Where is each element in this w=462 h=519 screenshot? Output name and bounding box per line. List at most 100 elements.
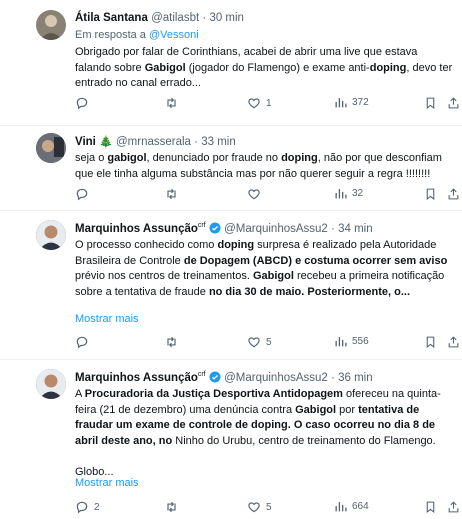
text-segment-bold: doping	[217, 239, 255, 251]
reply-count: 2	[94, 501, 100, 513]
verified-badge-icon	[209, 371, 221, 386]
author-tag: crf	[197, 222, 206, 229]
author-handle[interactable]: @MarquinhosAssu2	[224, 223, 328, 235]
author-handle[interactable]: @MarquinhosAssu2	[224, 372, 328, 384]
text-segment-bold: Gabigol	[144, 61, 186, 74]
avatar[interactable]	[36, 10, 66, 40]
bookmark-icon	[424, 500, 437, 514]
heart-icon	[247, 500, 261, 514]
action-bar: 1 372	[75, 96, 460, 112]
tweet-1[interactable]: Átila Santana @atilasbt · 30 min Em resp…	[0, 0, 462, 126]
avatar[interactable]	[36, 369, 66, 399]
share-button[interactable]	[447, 500, 460, 514]
views-count: 556	[352, 336, 369, 347]
like-button[interactable]	[247, 187, 266, 201]
author-name[interactable]: Vini	[75, 136, 96, 148]
avatar[interactable]	[36, 133, 66, 163]
tweet-3[interactable]: Marquinhos Assunçãocrf @MarquinhosAssu2 …	[0, 211, 462, 360]
bookmark-button[interactable]	[424, 500, 437, 514]
reply-button[interactable]	[75, 187, 94, 201]
reply-icon	[75, 96, 89, 110]
retweet-button[interactable]	[164, 500, 184, 514]
text-segment-bold: de Dopagem (ABCD) e costuma ocorrer sem …	[183, 254, 448, 267]
like-button[interactable]: 5	[247, 500, 272, 514]
tweet-time[interactable]: 30 min	[209, 12, 244, 24]
tweet-time[interactable]: 34 min	[338, 223, 373, 235]
text-segment: A	[75, 388, 85, 400]
heart-icon	[247, 96, 261, 110]
tweet-time[interactable]: 36 min	[338, 372, 373, 384]
views-button[interactable]: 372	[334, 96, 369, 109]
like-count: 5	[266, 336, 272, 348]
like-count: 5	[266, 501, 272, 513]
avatar[interactable]	[36, 220, 66, 250]
share-icon	[447, 187, 460, 201]
bookmark-button[interactable]	[424, 96, 437, 110]
text-segment: , denunciado por fraude no	[146, 152, 282, 164]
retweet-icon	[164, 500, 179, 514]
views-button[interactable]: 32	[334, 187, 363, 200]
text-segment-bold: no dia 30 de maio.	[208, 285, 305, 298]
reply-icon	[75, 335, 89, 349]
like-button[interactable]: 5	[247, 335, 272, 349]
share-icon	[447, 335, 460, 349]
text-segment-bold: doping	[281, 152, 318, 164]
tweet-text: O processo conhecido como doping surpres…	[75, 238, 455, 300]
text-segment-bold: Gabigol	[295, 403, 337, 416]
text-segment: Globo...	[75, 465, 114, 478]
author-name[interactable]: Marquinhos Assunção	[75, 372, 198, 384]
reply-button[interactable]: 2	[75, 500, 100, 514]
tweet-4[interactable]: Marquinhos Assunçãocrf @MarquinhosAssu2 …	[0, 360, 462, 519]
author-handle[interactable]: @atilasbt	[151, 12, 199, 24]
like-button[interactable]: 1	[247, 96, 272, 110]
text-segment: prévio nos centros de treinamentos.	[75, 270, 253, 282]
share-button[interactable]	[447, 96, 460, 110]
reply-context: Em resposta a @Vessoni	[75, 28, 455, 44]
text-segment-bold: doping	[369, 61, 407, 74]
tweet-time[interactable]: 33 min	[201, 136, 236, 148]
tweet-header: Marquinhos Assunçãocrf @MarquinhosAssu2 …	[75, 371, 373, 386]
author-name[interactable]: Átila Santana	[75, 12, 148, 24]
tweet-feed: Átila Santana @atilasbt · 30 min Em resp…	[0, 0, 462, 519]
retweet-button[interactable]	[164, 335, 184, 349]
reply-icon	[75, 500, 89, 514]
share-icon	[447, 500, 460, 514]
tweet-header: Marquinhos Assunçãocrf @MarquinhosAssu2 …	[75, 222, 373, 237]
retweet-button[interactable]	[164, 187, 184, 201]
share-button[interactable]	[447, 187, 460, 201]
separator-dot: ·	[194, 136, 198, 148]
reply-button[interactable]	[75, 96, 94, 110]
share-icon	[447, 96, 460, 110]
reply-to-link[interactable]: @Vessoni	[149, 29, 199, 41]
christmas-tree-icon: 🎄	[99, 136, 113, 148]
text-segment-bold: Procuradoria da Justiça Desportiva Antid…	[84, 388, 343, 400]
tweet-text: A Procuradoria da Justiça Desportiva Ant…	[75, 387, 455, 480]
action-bar: 5 556	[75, 335, 460, 351]
views-button[interactable]: 556	[334, 335, 369, 348]
reply-icon	[75, 187, 89, 201]
reply-button[interactable]	[75, 335, 94, 349]
tweet-2[interactable]: Vini 🎄 @mrnasserala · 33 min seja o gabi…	[0, 126, 462, 211]
share-button[interactable]	[447, 335, 460, 349]
text-segment: O processo conhecido como	[75, 239, 218, 251]
heart-icon	[247, 335, 261, 349]
views-button[interactable]: 664	[334, 500, 369, 513]
action-bar: 32	[75, 187, 460, 203]
author-handle[interactable]: @mrnasserala	[116, 136, 191, 148]
views-count: 372	[352, 97, 369, 108]
bookmark-icon	[424, 187, 437, 201]
bookmark-button[interactable]	[424, 187, 437, 201]
separator-dot: ·	[202, 12, 207, 24]
retweet-icon	[164, 187, 179, 201]
heart-icon	[247, 187, 261, 201]
author-name[interactable]: Marquinhos Assunção	[75, 223, 198, 235]
show-more-link[interactable]: Mostrar mais	[75, 313, 139, 325]
text-segment: seja o	[75, 152, 108, 164]
text-segment-bold: Gabigol	[252, 270, 294, 282]
retweet-button[interactable]	[164, 96, 184, 110]
show-more-link[interactable]: Mostrar mais	[75, 477, 139, 489]
tweet-header: Vini 🎄 @mrnasserala · 33 min	[75, 135, 236, 148]
bookmark-icon	[424, 335, 437, 349]
bookmark-button[interactable]	[424, 335, 437, 349]
views-icon	[334, 187, 347, 200]
